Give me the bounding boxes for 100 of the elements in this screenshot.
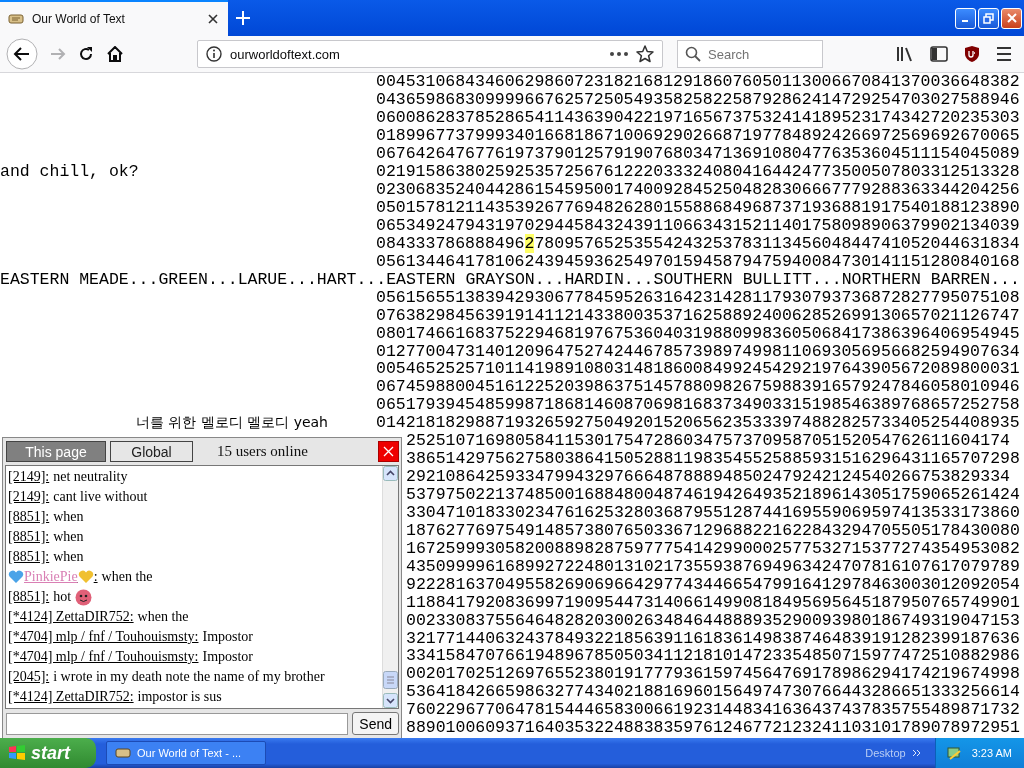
user-link[interactable]: [2045]:	[8, 669, 50, 685]
home-icon[interactable]	[106, 46, 124, 62]
scroll-up-icon[interactable]	[383, 466, 398, 481]
taskbar-button[interactable]: Our World of Text - ...	[106, 741, 266, 765]
scroll-down-icon[interactable]	[383, 693, 398, 708]
chat-tab[interactable]: This page	[6, 441, 106, 462]
search-field[interactable]: Search	[677, 40, 823, 68]
digit-text: 06764264767761973790125791907680347136910804776353604511154045089	[376, 144, 1020, 164]
tray-icon[interactable]	[945, 745, 962, 761]
message-text: when the	[137, 609, 189, 625]
menu-icon[interactable]	[996, 47, 1012, 61]
start-button[interactable]: start	[0, 738, 96, 768]
scrollbar[interactable]	[382, 466, 398, 708]
scroll-icon	[8, 13, 24, 25]
world-text: and chill, ok?	[0, 162, 139, 182]
emoji-icon	[75, 588, 93, 606]
digit-text: 07638298456391914112143380035371625889240062852699130657021126747	[376, 305, 1020, 325]
user-link[interactable]: [2149]:	[8, 489, 50, 505]
digit-text: 38651429756275803864150528811983545525885931516296431165707298	[406, 449, 1020, 469]
browser-tab[interactable]: Our World of Text	[0, 0, 228, 36]
digit-text: 00201702512697655238019177793615974564769178986294174219674998	[406, 664, 1020, 684]
message-text: when	[53, 509, 84, 525]
digit-text: 01421818298871932659275049201520656235333974882825733405254408935	[376, 413, 1020, 433]
message-text: impostor is sus	[137, 689, 222, 705]
digit-text: 88901006093716403532248838359761246772123241103101789078972951	[406, 718, 1020, 738]
send-button[interactable]: Send	[352, 712, 399, 735]
digit-text: 53797502213748500168848004874619426493521896143051759065261424	[406, 485, 1020, 505]
message-text: i wrote in my death note the name of my brother	[53, 669, 325, 685]
digit-text: 01277004731401209647527424467857398974998110693056956682594907634	[376, 341, 1020, 361]
digit-text: 7809576525355424325378311345604844741052044631834	[534, 233, 1020, 253]
sidebar-icon[interactable]	[930, 46, 948, 62]
message-text: Impostor	[202, 649, 254, 665]
user-link[interactable]: [8851]:	[8, 589, 50, 605]
back-icon[interactable]	[6, 38, 38, 70]
digit-text: 11884179208369971909544731406614990818495695645187950765749901	[406, 592, 1020, 612]
digit-text: 05613446417810624394593625497015945879475940084730141151280840168	[376, 251, 1020, 271]
digit-text: EASTERN GRAYSON...HARDIN...SOUTHERN BULLITT...NORTHERN BARREN...	[386, 269, 1020, 289]
digit-text: 08017466168375229468197675360403198809983605068417386396406954945	[376, 323, 1020, 343]
user-link[interactable]: [8851]:	[8, 549, 50, 565]
url-text: ourworldoftext.com	[230, 46, 341, 62]
close-button[interactable]	[378, 441, 399, 462]
desktop-toolbar-label[interactable]: Desktop	[865, 747, 906, 759]
digit-text: 05615655138394293067784595263164231428117930793736872827795075108	[376, 287, 1020, 307]
user-link[interactable]: [*4124] ZettaDIR752:	[8, 609, 134, 625]
user-link[interactable]: [*4704] mlp / fnf / Touhouismsty:	[8, 629, 199, 645]
library-icon[interactable]	[896, 46, 914, 62]
reload-icon[interactable]	[78, 46, 94, 62]
digit-text: 32177144063243784932218563911618361498387464839191282399187636	[406, 628, 1020, 648]
digit-text: 06517939454859987186814608706981683734903315198546389768657252758	[376, 395, 1020, 415]
message-text: hot	[53, 589, 72, 605]
scroll-thumb[interactable]	[383, 671, 398, 689]
address-bar[interactable]: ourworldoftext.com	[197, 40, 663, 68]
digit-text: 05015781211435392677694826280155886849687371936881917540188123890	[376, 198, 1020, 218]
star-icon[interactable]	[636, 45, 654, 63]
message-text: when	[53, 529, 84, 545]
digit-text: 04365986830999966762572505493582582258792862414729254703027588946	[376, 90, 1020, 110]
digit-text: 06745988004516122520398637514578809826759883916579247846058010946	[376, 377, 1020, 397]
user-link[interactable]: [2149]:	[8, 469, 50, 485]
chat-tab[interactable]: Global	[110, 441, 193, 462]
digit-text: 16725999305820088982875977754142990002577532715377274354953082	[406, 538, 1020, 558]
restore-icon[interactable]	[983, 12, 994, 24]
message-text: when	[53, 549, 84, 565]
digit-text: 02191586380259253572567612220333240804164424773500507803312513328	[376, 162, 1020, 182]
new-tab-icon[interactable]	[236, 11, 250, 25]
heart-icon	[8, 570, 24, 584]
digit-text: 43509999616899272248013102173559387694963424707816107617079789	[406, 556, 1020, 576]
info-icon[interactable]	[206, 46, 222, 62]
scroll-icon[interactable]	[115, 747, 131, 759]
chevron-icon[interactable]	[911, 749, 921, 757]
user-link[interactable]: [8851]:	[8, 529, 50, 545]
digit-text: 084333786888496	[376, 233, 525, 253]
message-text: when the	[101, 569, 153, 585]
digit-text: 18762776975491485738076503367129688221622843294705505178430080	[406, 520, 1020, 540]
digit-text: 00453106843460629860723182168129186076050113006670841370036648382	[376, 73, 1020, 92]
minimize-button[interactable]	[955, 7, 976, 29]
digit-text: 06534924794319702944584324391106634315211401758098906379902134039	[376, 215, 1020, 235]
separator-text: :	[93, 569, 98, 585]
world-text: 너를 위한 멜로디 멜로디 yeah	[135, 413, 328, 432]
digit-text: 06008628378528654114363904221971656737532414189523174342720235303	[376, 108, 1020, 128]
digit-text: 92228163704955826906966429774344665479916412978463003012092054	[406, 574, 1020, 594]
clock: 3:23 AM	[971, 747, 1012, 759]
message-input[interactable]	[6, 712, 349, 735]
message-text: net neutrality	[53, 469, 128, 485]
world-text: EASTERN MEADE...GREEN...LARUE...HART...	[0, 269, 387, 289]
digit-text: 53641842665986327743402188169601564974730766443286651333256614	[406, 682, 1020, 702]
windows-flag-icon[interactable]	[8, 744, 26, 762]
more-icon[interactable]	[610, 52, 628, 56]
online-count: 15 users online	[217, 443, 309, 460]
digit-text: 00233083755646482820300263484644888935290093980186749319047153	[406, 610, 1020, 630]
shield-icon[interactable]	[964, 45, 980, 63]
user-link[interactable]: [*4124] ZettaDIR752:	[8, 689, 134, 705]
restore-button[interactable]	[978, 7, 999, 29]
message-text: cant live without	[53, 489, 148, 505]
digit-text: 02306835240442861545950017400928452504828306667779288363344204256	[376, 180, 1020, 200]
user-link[interactable]: [*4704] mlp / fnf / Touhouismsty:	[8, 649, 199, 665]
digit-text: 33415847076619489678505034112181014723354850715977472510882986	[406, 646, 1020, 666]
message-text: Impostor	[202, 629, 254, 645]
user-link[interactable]: [8851]:	[8, 509, 50, 525]
search-icon	[685, 46, 701, 62]
close-icon[interactable]	[208, 14, 218, 24]
